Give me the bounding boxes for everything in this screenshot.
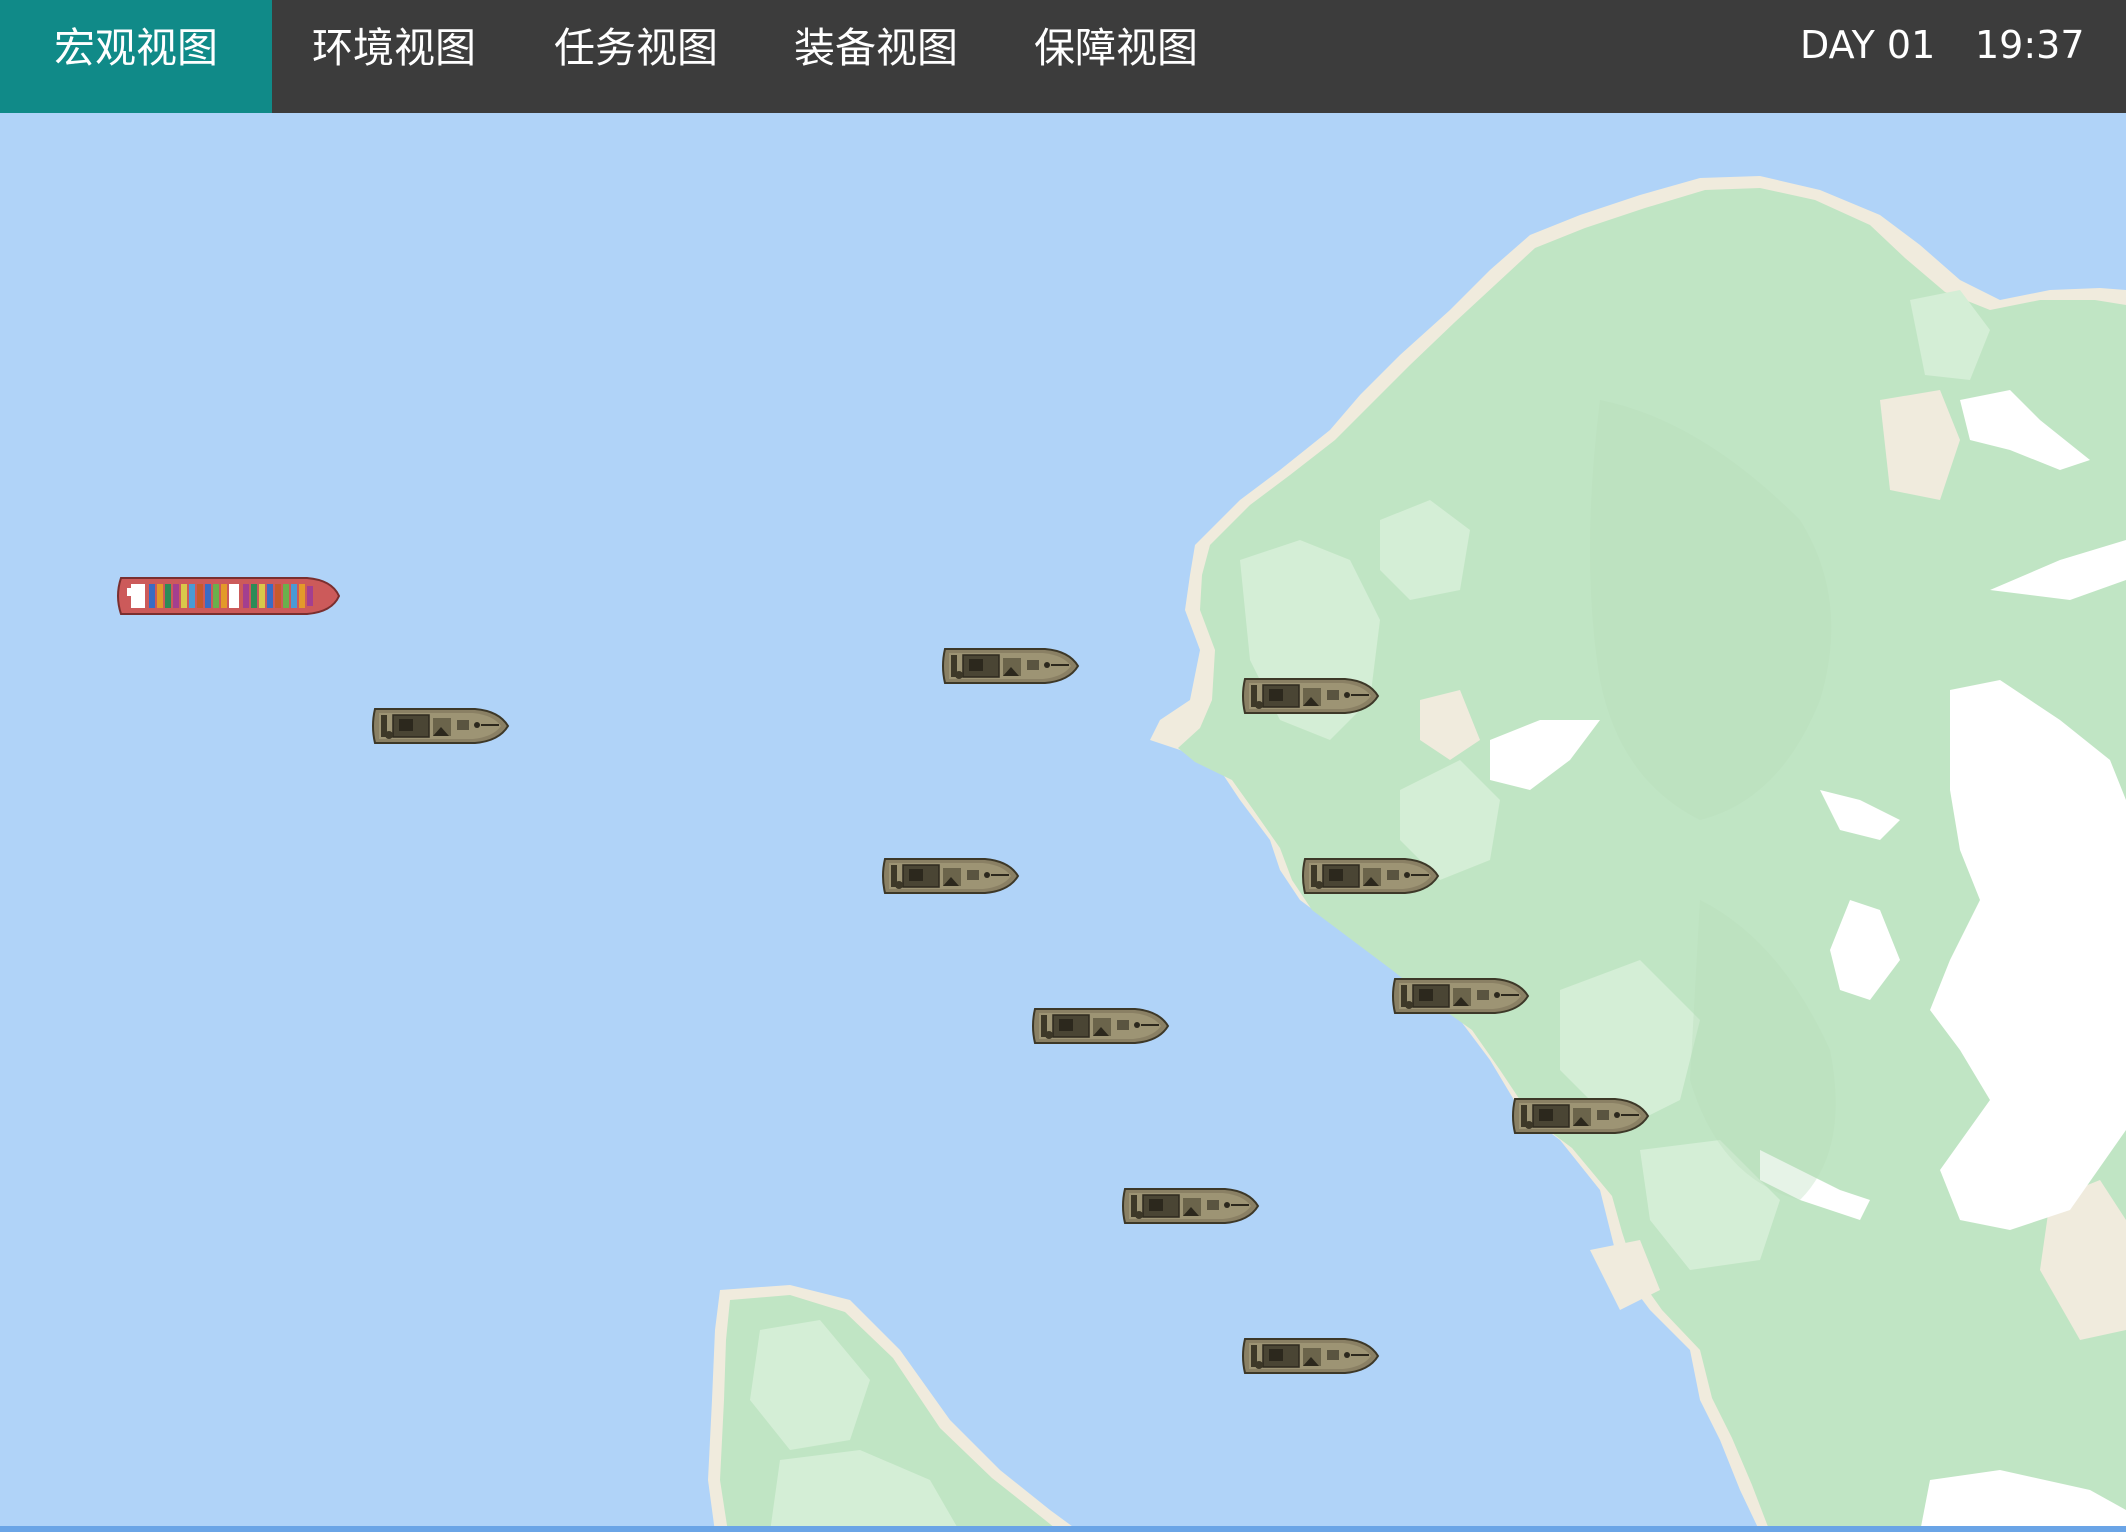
day-counter: DAY 01 xyxy=(1800,23,1936,67)
tab-environment-view[interactable]: 环境视图 xyxy=(272,0,516,113)
patrol-boat-4[interactable] xyxy=(882,858,1019,894)
tab-macro-view[interactable]: 宏观视图 xyxy=(0,0,272,113)
patrol-boat-10[interactable] xyxy=(1242,1338,1379,1374)
map-view[interactable] xyxy=(0,113,2126,1532)
patrol-boat-2[interactable] xyxy=(942,648,1079,684)
top-nav-bar: 宏观视图 环境视图 任务视图 装备视图 保障视图 DAY 01 19:37 xyxy=(0,0,2126,113)
tab-mission-view[interactable]: 任务视图 xyxy=(516,0,756,113)
container-ship[interactable] xyxy=(117,577,341,615)
patrol-boat-6[interactable] xyxy=(1392,978,1529,1014)
patrol-boat-8[interactable] xyxy=(1512,1098,1649,1134)
patrol-boat-9[interactable] xyxy=(1122,1188,1259,1224)
patrol-boat-1[interactable] xyxy=(372,708,509,744)
tab-equipment-view[interactable]: 装备视图 xyxy=(756,0,996,113)
bottom-border xyxy=(0,1526,2126,1532)
patrol-boat-7[interactable] xyxy=(1032,1008,1169,1044)
game-time: 19:37 xyxy=(1975,23,2085,67)
tab-support-view[interactable]: 保障视图 xyxy=(996,0,1236,113)
patrol-boat-5[interactable] xyxy=(1302,858,1439,894)
patrol-boat-3[interactable] xyxy=(1242,678,1379,714)
